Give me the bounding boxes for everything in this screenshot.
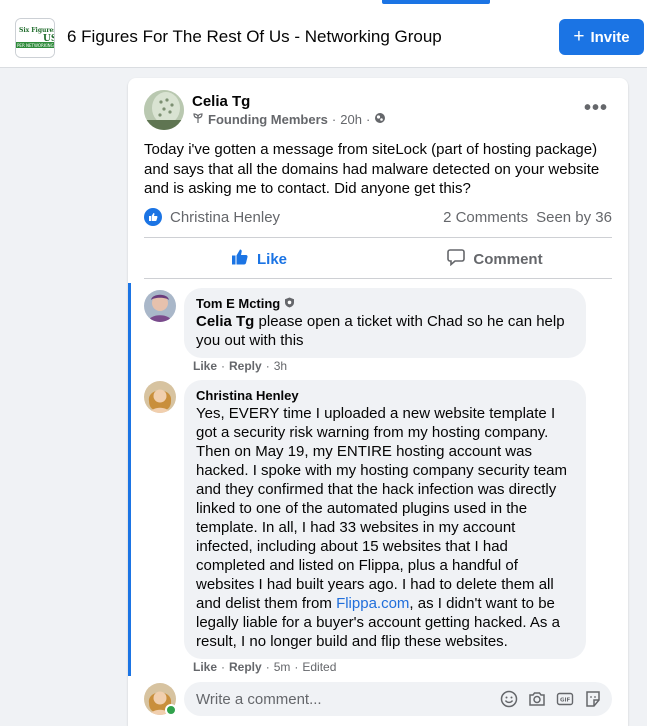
comment-thread-indicator (128, 283, 131, 676)
post-meta: Founding Members · 20h · (192, 112, 386, 127)
reactor-name[interactable]: Christina Henley (170, 209, 280, 226)
comment-bubble: Tom E Mcting Celia Tg please open a tick… (184, 288, 586, 358)
comment-actions: Like · Reply · 5m · Edited (193, 660, 336, 674)
invite-button[interactable]: + Invite (559, 19, 644, 55)
mention-link[interactable]: Celia Tg (196, 313, 254, 330)
invite-label: Invite (590, 28, 630, 46)
post-text: Today i've gotten a message from siteLoc… (144, 141, 600, 197)
svg-text:Six Figures: Six Figures (19, 27, 55, 34)
comment-body: Yes, EVERY time I uploaded a new website… (196, 405, 568, 612)
online-status-indicator (165, 704, 177, 716)
comment-time[interactable]: 5m (274, 660, 291, 674)
comment-author[interactable]: Christina Henley (196, 388, 574, 404)
more-options-icon[interactable]: ••• (580, 92, 612, 124)
comment-text: Yes, EVERY time I uploaded a new website… (196, 404, 574, 651)
comment-bubble-icon (447, 248, 466, 270)
comment-actions: Like · Reply · 3h (193, 359, 287, 373)
sticker-icon[interactable] (584, 690, 602, 708)
group-logo[interactable]: Six Figures US PER NETWORKING GR (15, 18, 55, 58)
admin-shield-icon (284, 296, 295, 312)
action-separator: · (221, 359, 226, 373)
current-user-avatar[interactable] (144, 683, 177, 716)
emoji-icon[interactable] (500, 690, 518, 708)
action-separator: · (294, 660, 299, 674)
comment-input[interactable] (194, 682, 484, 716)
author-avatar[interactable] (144, 90, 184, 130)
thumbs-up-icon (231, 248, 249, 270)
post-author-name[interactable]: Celia Tg (192, 93, 250, 110)
like-label: Like (256, 250, 287, 268)
svg-text:GIF: GIF (560, 698, 571, 704)
action-separator: · (221, 660, 226, 674)
action-separator: · (265, 359, 270, 373)
comments-count[interactable]: 2 Comments (443, 209, 528, 226)
globe-icon (374, 112, 386, 127)
svg-text:PER NETWORKING GR: PER NETWORKING GR (17, 43, 55, 48)
comment-composer[interactable]: GIF (184, 682, 612, 716)
gif-icon[interactable]: GIF (556, 690, 574, 708)
group-header: Six Figures US PER NETWORKING GR 6 Figur… (0, 0, 647, 68)
edited-label[interactable]: Edited (302, 660, 336, 674)
comment-reply-link[interactable]: Reply (229, 359, 262, 373)
composer-tools: GIF (500, 690, 602, 708)
commenter-avatar[interactable] (144, 290, 176, 322)
camera-icon[interactable] (528, 690, 546, 708)
comment-time[interactable]: 3h (274, 359, 287, 373)
divider (144, 278, 612, 279)
seen-by-count[interactable]: Seen by 36 (536, 209, 612, 226)
comment-author[interactable]: Tom E Mcting (196, 296, 574, 312)
like-reaction-icon[interactable] (144, 208, 162, 226)
reactions-row: Christina Henley 2 Comments Seen by 36 (144, 206, 612, 228)
action-separator: · (265, 660, 270, 674)
divider (144, 237, 612, 238)
comment-like-link[interactable]: Like (193, 359, 217, 373)
active-tab-indicator (382, 0, 490, 4)
meta-separator: · (365, 112, 371, 127)
plus-icon: + (573, 25, 585, 47)
comment-reply-link[interactable]: Reply (229, 660, 262, 674)
group-title[interactable]: 6 Figures For The Rest Of Us - Networkin… (67, 27, 442, 47)
comment-bubble: Christina Henley Yes, EVERY time I uploa… (184, 380, 586, 659)
comment-label: Comment (473, 250, 543, 268)
founding-member-badge-icon (192, 112, 204, 127)
comment-button[interactable]: Comment (380, 244, 610, 274)
comment-author-name[interactable]: Christina Henley (196, 388, 299, 404)
commenter-avatar[interactable] (144, 381, 176, 413)
post-time[interactable]: 20h (340, 112, 362, 127)
comment-text: Celia Tg please open a ticket with Chad … (196, 312, 574, 350)
comment-like-link[interactable]: Like (193, 660, 217, 674)
post-card: Celia Tg Founding Members · 20h · ••• To… (128, 78, 628, 726)
comment-author-name[interactable]: Tom E Mcting (196, 296, 280, 312)
member-badge[interactable]: Founding Members (208, 112, 328, 127)
meta-separator: · (331, 112, 337, 127)
flippa-link[interactable]: Flippa.com (336, 595, 409, 612)
like-button[interactable]: Like (144, 244, 374, 274)
